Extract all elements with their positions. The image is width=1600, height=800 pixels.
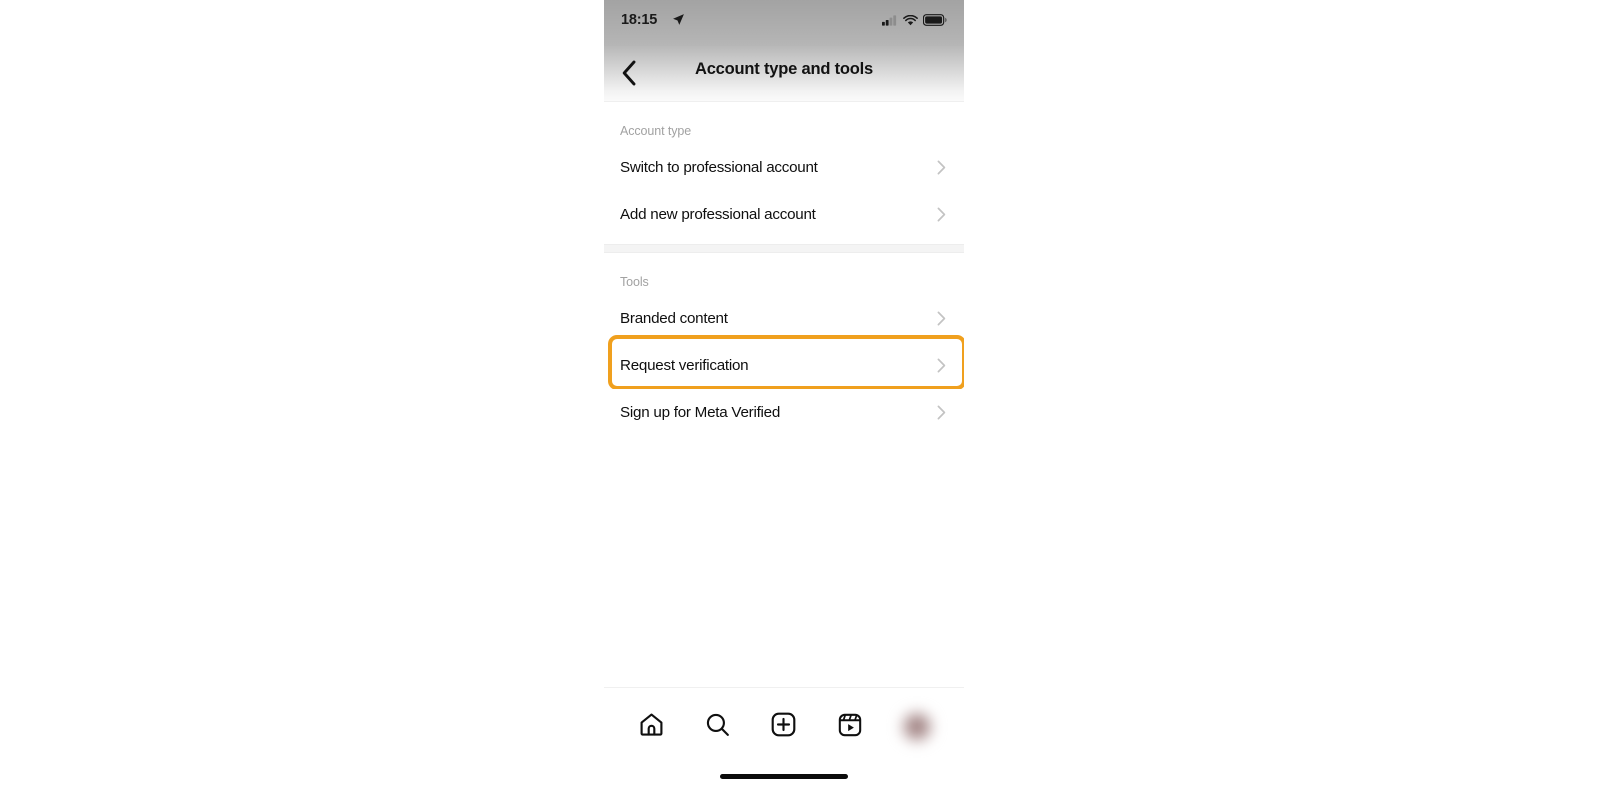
tab-reels[interactable] — [828, 705, 872, 749]
row-label: Add new professional account — [620, 206, 816, 223]
section-divider — [604, 244, 964, 253]
reels-icon — [837, 712, 863, 743]
row-label: Branded content — [620, 310, 728, 327]
row-switch-to-professional-account[interactable]: Switch to professional account — [604, 144, 964, 191]
search-icon — [704, 711, 731, 743]
chevron-right-icon — [937, 358, 946, 373]
home-icon — [638, 711, 665, 743]
chevron-right-icon — [937, 207, 946, 222]
row-add-new-professional-account[interactable]: Add new professional account — [604, 191, 964, 238]
chevron-right-icon — [937, 405, 946, 420]
row-sign-up-for-meta-verified[interactable]: Sign up for Meta Verified — [604, 389, 964, 436]
row-label: Switch to professional account — [620, 159, 818, 176]
status-bar-time: 18:15 — [621, 12, 658, 28]
section-header-account-type: Account type — [620, 124, 692, 138]
nav-header: Account type and tools — [604, 46, 964, 102]
phone-screen: 18:15 Account type and tools Account typ… — [604, 0, 964, 800]
tab-profile[interactable] — [895, 705, 939, 749]
row-label: Request verification — [620, 357, 749, 374]
row-label: Sign up for Meta Verified — [620, 404, 781, 421]
tab-add-post[interactable] — [762, 705, 806, 749]
row-request-verification[interactable]: Request verification — [604, 335, 964, 390]
add-post-icon — [770, 711, 797, 743]
chevron-right-icon — [937, 160, 946, 175]
bottom-tab-bar — [604, 687, 964, 800]
status-bar-indicators — [882, 13, 948, 31]
profile-avatar[interactable] — [901, 712, 932, 742]
section-header-tools: Tools — [620, 275, 649, 289]
cellular-signal-icon — [882, 13, 898, 31]
page-title: Account type and tools — [694, 60, 874, 78]
battery-icon — [922, 13, 948, 31]
home-indicator-bar — [720, 774, 848, 779]
tab-search[interactable] — [696, 705, 740, 749]
row-branded-content[interactable]: Branded content — [604, 295, 964, 342]
wifi-icon — [903, 13, 918, 31]
tab-home[interactable] — [629, 705, 673, 749]
chevron-right-icon — [937, 311, 946, 326]
location-arrow-icon — [672, 13, 685, 26]
status-bar: 18:15 — [604, 0, 964, 46]
